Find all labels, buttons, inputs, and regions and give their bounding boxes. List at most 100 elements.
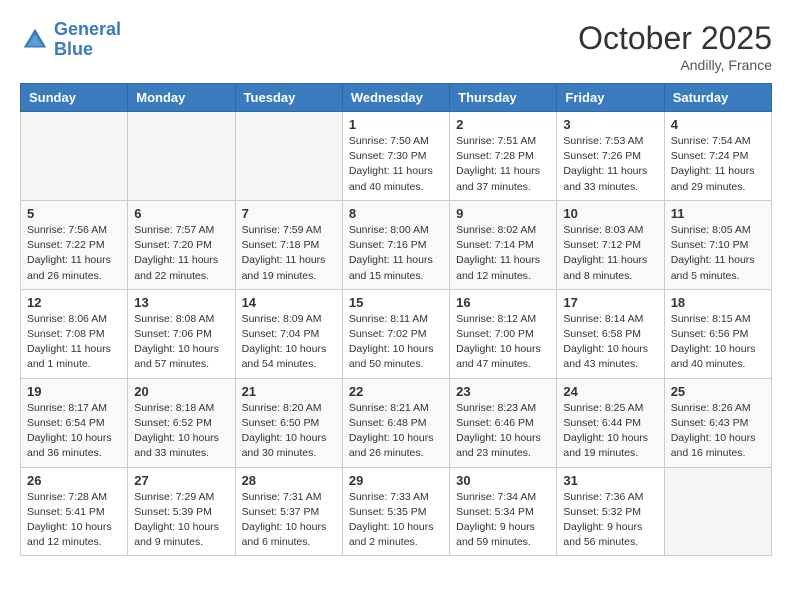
day-number: 9 xyxy=(456,206,550,221)
day-number: 14 xyxy=(242,295,336,310)
day-number: 30 xyxy=(456,473,550,488)
day-info: Sunrise: 8:06 AM Sunset: 7:08 PM Dayligh… xyxy=(27,312,121,373)
calendar-cell: 15 Sunrise: 8:11 AM Sunset: 7:02 PM Dayli… xyxy=(342,289,449,378)
day-info: Sunrise: 8:23 AM Sunset: 6:46 PM Dayligh… xyxy=(456,401,550,462)
day-info: Sunrise: 8:12 AM Sunset: 7:00 PM Dayligh… xyxy=(456,312,550,373)
page: General Blue October 2025 Andilly, Franc… xyxy=(0,0,792,566)
calendar-cell: 13Sunrise: 8:08 AM Sunset: 7:06 PM Dayli… xyxy=(128,289,235,378)
calendar-cell: 23 Sunrise: 8:23 AM Sunset: 6:46 PM Dayli… xyxy=(450,378,557,467)
calendar-week-1: 1 Sunrise: 7:50 AM Sunset: 7:30 PM Daylig… xyxy=(21,112,772,201)
day-info: Sunrise: 7:51 AM Sunset: 7:28 PM Dayligh… xyxy=(456,134,550,195)
location: Andilly, France xyxy=(578,57,772,73)
day-number: 22 xyxy=(349,384,443,399)
day-number: 19 xyxy=(27,384,121,399)
calendar-cell: 31 Sunrise: 7:36 AM Sunset: 5:32 PM Dayli… xyxy=(557,467,664,556)
day-info: Sunrise: 7:59 AM Sunset: 7:18 PM Dayligh… xyxy=(242,223,336,284)
calendar-cell: 29 Sunrise: 7:33 AM Sunset: 5:35 PM Dayli… xyxy=(342,467,449,556)
day-number: 29 xyxy=(349,473,443,488)
day-number: 7 xyxy=(242,206,336,221)
day-info: Sunrise: 8:20 AM Sunset: 6:50 PM Dayligh… xyxy=(242,401,336,462)
calendar-cell: 16 Sunrise: 8:12 AM Sunset: 7:00 PM Dayli… xyxy=(450,289,557,378)
day-number: 5 xyxy=(27,206,121,221)
day-info: Sunrise: 8:02 AM Sunset: 7:14 PM Dayligh… xyxy=(456,223,550,284)
logo-icon xyxy=(20,25,50,55)
calendar: SundayMondayTuesdayWednesdayThursdayFrid… xyxy=(20,83,772,556)
day-info: Sunrise: 8:03 AM Sunset: 7:12 PM Dayligh… xyxy=(563,223,657,284)
day-number: 15 xyxy=(349,295,443,310)
day-info: Sunrise: 7:36 AM Sunset: 5:32 PM Dayligh… xyxy=(563,490,657,551)
day-number: 18 xyxy=(671,295,765,310)
day-info: Sunrise: 8:17 AM Sunset: 6:54 PM Dayligh… xyxy=(27,401,121,462)
day-info: Sunrise: 8:21 AM Sunset: 6:48 PM Dayligh… xyxy=(349,401,443,462)
day-info: Sunrise: 7:56 AM Sunset: 7:22 PM Dayligh… xyxy=(27,223,121,284)
logo-general: General xyxy=(54,19,121,39)
calendar-cell: 12Sunrise: 8:06 AM Sunset: 7:08 PM Dayli… xyxy=(21,289,128,378)
logo: General Blue xyxy=(20,20,121,60)
day-info: Sunrise: 7:31 AM Sunset: 5:37 PM Dayligh… xyxy=(242,490,336,551)
day-info: Sunrise: 8:00 AM Sunset: 7:16 PM Dayligh… xyxy=(349,223,443,284)
day-header-friday: Friday xyxy=(557,84,664,112)
header: General Blue October 2025 Andilly, Franc… xyxy=(20,20,772,73)
calendar-cell: 30 Sunrise: 7:34 AM Sunset: 5:34 PM Dayli… xyxy=(450,467,557,556)
day-number: 31 xyxy=(563,473,657,488)
title-block: October 2025 Andilly, France xyxy=(578,20,772,73)
day-number: 3 xyxy=(563,117,657,132)
day-number: 25 xyxy=(671,384,765,399)
day-number: 26 xyxy=(27,473,121,488)
day-info: Sunrise: 7:34 AM Sunset: 5:34 PM Dayligh… xyxy=(456,490,550,551)
day-number: 27 xyxy=(134,473,228,488)
calendar-cell: 24Sunrise: 8:25 AM Sunset: 6:44 PM Dayli… xyxy=(557,378,664,467)
calendar-cell: 11Sunrise: 8:05 AM Sunset: 7:10 PM Dayli… xyxy=(664,200,771,289)
day-number: 11 xyxy=(671,206,765,221)
day-info: Sunrise: 8:15 AM Sunset: 6:56 PM Dayligh… xyxy=(671,312,765,373)
calendar-cell xyxy=(21,112,128,201)
calendar-cell: 22 Sunrise: 8:21 AM Sunset: 6:48 PM Dayli… xyxy=(342,378,449,467)
day-number: 17 xyxy=(563,295,657,310)
calendar-cell: 8 Sunrise: 8:00 AM Sunset: 7:16 PM Daylig… xyxy=(342,200,449,289)
calendar-cell: 3 Sunrise: 7:53 AM Sunset: 7:26 PM Daylig… xyxy=(557,112,664,201)
day-info: Sunrise: 8:26 AM Sunset: 6:43 PM Dayligh… xyxy=(671,401,765,462)
day-number: 23 xyxy=(456,384,550,399)
calendar-cell: 1 Sunrise: 7:50 AM Sunset: 7:30 PM Daylig… xyxy=(342,112,449,201)
day-number: 1 xyxy=(349,117,443,132)
day-number: 2 xyxy=(456,117,550,132)
day-number: 28 xyxy=(242,473,336,488)
day-info: Sunrise: 7:50 AM Sunset: 7:30 PM Dayligh… xyxy=(349,134,443,195)
calendar-cell: 5 Sunrise: 7:56 AM Sunset: 7:22 PM Daylig… xyxy=(21,200,128,289)
day-header-sunday: Sunday xyxy=(21,84,128,112)
day-info: Sunrise: 8:11 AM Sunset: 7:02 PM Dayligh… xyxy=(349,312,443,373)
calendar-cell: 21 Sunrise: 8:20 AM Sunset: 6:50 PM Dayli… xyxy=(235,378,342,467)
calendar-cell: 2 Sunrise: 7:51 AM Sunset: 7:28 PM Daylig… xyxy=(450,112,557,201)
day-number: 8 xyxy=(349,206,443,221)
calendar-header-row: SundayMondayTuesdayWednesdayThursdayFrid… xyxy=(21,84,772,112)
day-info: Sunrise: 7:54 AM Sunset: 7:24 PM Dayligh… xyxy=(671,134,765,195)
calendar-cell: 25 Sunrise: 8:26 AM Sunset: 6:43 PM Dayli… xyxy=(664,378,771,467)
calendar-cell: 19 Sunrise: 8:17 AM Sunset: 6:54 PM Dayli… xyxy=(21,378,128,467)
day-info: Sunrise: 7:33 AM Sunset: 5:35 PM Dayligh… xyxy=(349,490,443,551)
calendar-week-3: 12Sunrise: 8:06 AM Sunset: 7:08 PM Dayli… xyxy=(21,289,772,378)
calendar-week-2: 5 Sunrise: 7:56 AM Sunset: 7:22 PM Daylig… xyxy=(21,200,772,289)
day-number: 20 xyxy=(134,384,228,399)
day-header-monday: Monday xyxy=(128,84,235,112)
day-number: 13 xyxy=(134,295,228,310)
day-info: Sunrise: 7:28 AM Sunset: 5:41 PM Dayligh… xyxy=(27,490,121,551)
day-info: Sunrise: 8:18 AM Sunset: 6:52 PM Dayligh… xyxy=(134,401,228,462)
calendar-cell: 17Sunrise: 8:14 AM Sunset: 6:58 PM Dayli… xyxy=(557,289,664,378)
day-info: Sunrise: 7:57 AM Sunset: 7:20 PM Dayligh… xyxy=(134,223,228,284)
day-number: 21 xyxy=(242,384,336,399)
calendar-cell: 27Sunrise: 7:29 AM Sunset: 5:39 PM Dayli… xyxy=(128,467,235,556)
day-info: Sunrise: 7:53 AM Sunset: 7:26 PM Dayligh… xyxy=(563,134,657,195)
calendar-cell: 7 Sunrise: 7:59 AM Sunset: 7:18 PM Daylig… xyxy=(235,200,342,289)
calendar-cell xyxy=(235,112,342,201)
day-info: Sunrise: 8:25 AM Sunset: 6:44 PM Dayligh… xyxy=(563,401,657,462)
calendar-cell: 28 Sunrise: 7:31 AM Sunset: 5:37 PM Dayli… xyxy=(235,467,342,556)
day-header-saturday: Saturday xyxy=(664,84,771,112)
logo-text: General Blue xyxy=(54,20,121,60)
day-number: 4 xyxy=(671,117,765,132)
day-number: 6 xyxy=(134,206,228,221)
calendar-cell: 14 Sunrise: 8:09 AM Sunset: 7:04 PM Dayli… xyxy=(235,289,342,378)
calendar-cell: 9 Sunrise: 8:02 AM Sunset: 7:14 PM Daylig… xyxy=(450,200,557,289)
day-info: Sunrise: 8:09 AM Sunset: 7:04 PM Dayligh… xyxy=(242,312,336,373)
day-number: 16 xyxy=(456,295,550,310)
calendar-cell: 6 Sunrise: 7:57 AM Sunset: 7:20 PM Daylig… xyxy=(128,200,235,289)
